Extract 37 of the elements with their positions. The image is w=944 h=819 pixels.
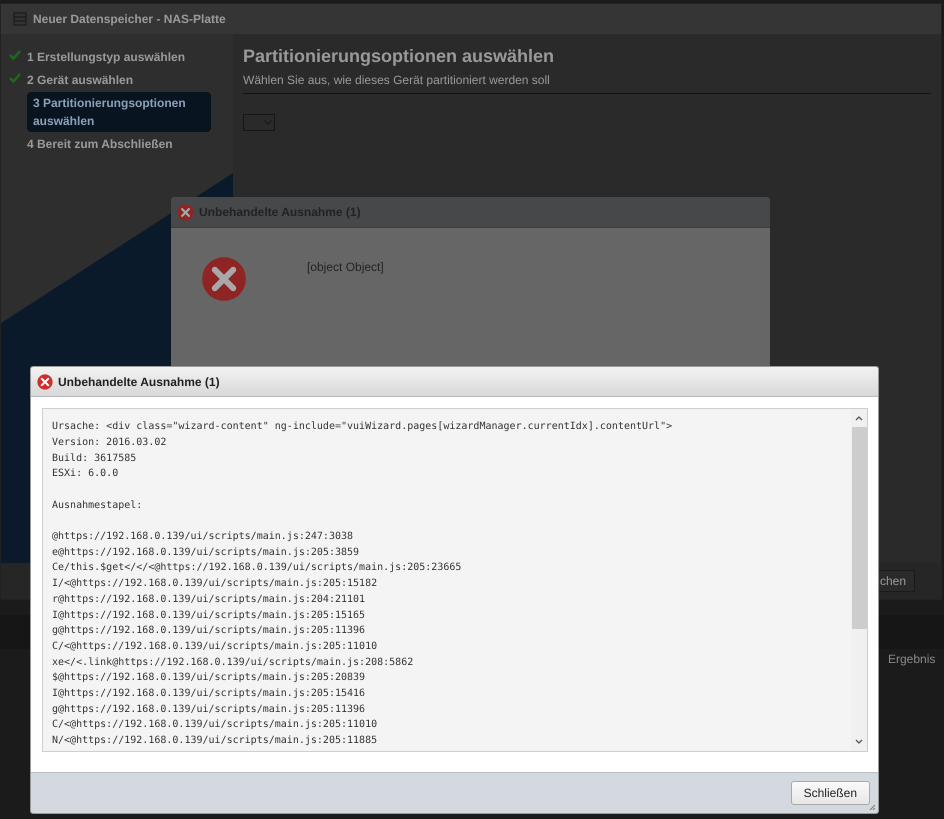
error-message: [object Object] (307, 260, 384, 276)
stack-line: I@https://192.168.0.139/ui/scripts/main.js:205:15416 (52, 687, 366, 702)
window-title: Neuer Datenspeicher - NAS-Platte (33, 12, 226, 26)
scrollbar[interactable] (851, 409, 867, 752)
stack-line: C/<@https://192.168.0.139/ui/scripts/main.js:205:11010 (52, 640, 378, 654)
stack-line: N/<@https://192.168.0.139/ui/scripts/main.js:205:11885 (52, 734, 378, 748)
stack-line: C/<@https://192.168.0.139/ui/scripts/main.js:205:11010 (52, 718, 378, 732)
details-line: ESXi: 6.0.0 (52, 467, 120, 482)
wizard-step[interactable]: 2 Gerät auswählen (21, 69, 205, 91)
stack-line: $@https://192.168.0.139/ui/scripts/main.js:205:20839 (52, 671, 366, 686)
stack-line: @https://192.168.0.139/ui/scripts/main.js:247:3038 (52, 530, 354, 544)
error-icon (201, 256, 247, 302)
error-icon (177, 204, 194, 220)
dialog-title: Unbehandelte Ausnahme (1) (58, 374, 220, 389)
page-heading: Partitionierungsoptionen auswählen (243, 46, 556, 67)
resize-grip-icon[interactable] (869, 804, 876, 811)
details-line: Build: 3617585 (52, 452, 138, 466)
datastore-icon (13, 12, 27, 26)
stack-line: g@https://192.168.0.139/ui/scripts/main.js:205:11396 (52, 624, 366, 638)
details-line: Ursache: <div class="wizard-content" ng-include="vuiWizard.pages[wizardManager.currentIdx].contentUrl"> (52, 420, 674, 434)
stack-line: e@https://192.168.0.139/ui/scripts/main.js:205:3859 (52, 546, 360, 560)
stack-line: xe</<.link@https://192.168.0.139/ui/scripts/main.js:208:5862 (52, 656, 414, 670)
wizard-step[interactable]: 1 Erstellungstyp auswählen (21, 46, 205, 68)
wizard-step[interactable]: 3 Partitionierungsoptionen auswählen (27, 92, 211, 132)
stack-line: Ce/this.$get</</<@https://192.168.0.139/ui/scripts/main.js:205:23665 (52, 561, 462, 576)
error-icon (37, 374, 53, 390)
stack-heading: Ausnahmestapel: (52, 498, 144, 513)
wizard-step[interactable]: 4 Bereit zum Abschließen (21, 133, 205, 155)
stack-line: I/<@https://192.168.0.139/ui/scripts/main.js:205:15182 (52, 577, 378, 592)
page-subtitle: Wählen Sie aus, wie dieses Gerät partitioniert werden soll (243, 67, 931, 94)
close-button[interactable]: Schließen (790, 781, 870, 806)
stack-line: g@https://192.168.0.139/ui/scripts/main.js:205:11396 (52, 702, 366, 717)
stack-line: r@https://192.168.0.139/ui/scripts/main.js:204:21101 (52, 592, 366, 607)
stack-line: I@https://192.168.0.139/ui/scripts/main.js:205:15165 (52, 608, 366, 623)
details-line: Version: 2016.03.02 (52, 436, 168, 450)
background-label: Ergebnis (888, 652, 936, 666)
scroll-thumb[interactable] (852, 427, 866, 630)
